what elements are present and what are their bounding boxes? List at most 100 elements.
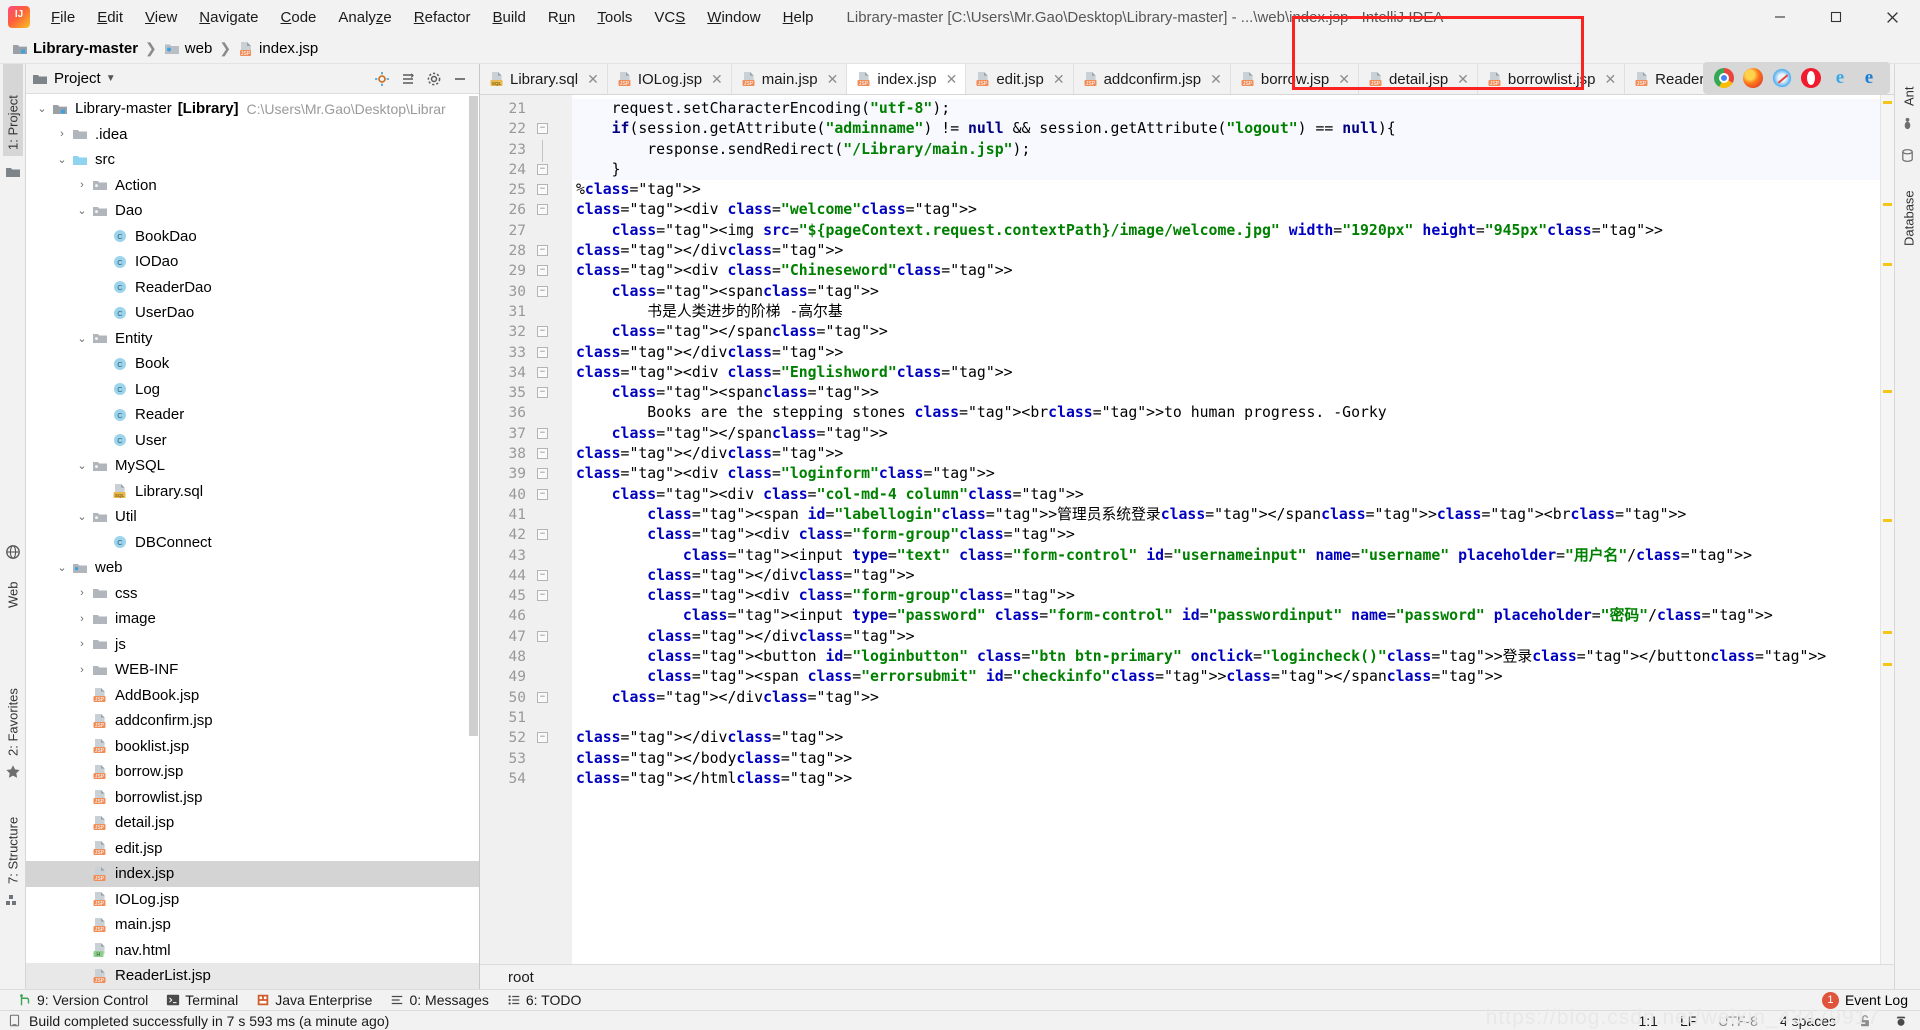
tree-node-edit-jsp[interactable]: JSP edit.jsp [26,836,479,862]
editor-tab-addconfirm-jsp[interactable]: JSP addconfirm.jsp ✕ [1074,64,1231,94]
chevron-down-icon[interactable]: ⌄ [74,510,90,523]
code-line[interactable]: class="tag"><input type="text" class="fo… [572,546,1894,566]
tool-button-version-control[interactable]: 9: Version Control [18,992,148,1008]
code-line[interactable]: class="tag"></divclass="tag">> [572,343,1894,363]
tool-button-todo[interactable]: 6: TODO [507,992,581,1008]
close-tab-icon[interactable]: ✕ [1053,71,1065,88]
tree-node-dao[interactable]: ⌄ Dao [26,198,479,224]
tree-node--idea[interactable]: › .idea [26,122,479,148]
editor-tab-edit-jsp[interactable]: JSP edit.jsp ✕ [966,64,1074,94]
tree-node-action[interactable]: › Action [26,173,479,199]
code-line[interactable]: class="tag"></divclass="tag">> [572,688,1894,708]
menu-window[interactable]: Window [696,6,771,29]
menu-view[interactable]: View [134,6,188,29]
menu-code[interactable]: Code [270,6,328,29]
fold-toggle-icon[interactable]: − [537,204,548,216]
edge-icon[interactable]: e [1859,68,1879,88]
tree-node-library-sql[interactable]: SQL Library.sql [26,479,479,505]
editor-marker-ruler[interactable] [1880,95,1894,964]
close-tab-icon[interactable]: ✕ [827,71,839,88]
marker-warning[interactable] [1883,631,1892,634]
fold-toggle-icon[interactable]: − [537,184,548,196]
ie-icon[interactable]: e [1830,68,1850,88]
menu-navigate[interactable]: Navigate [188,6,269,29]
breadcrumb-item-file[interactable]: JSP index.jsp [236,40,320,57]
chevron-down-icon[interactable]: ⌄ [74,204,90,217]
menu-tools[interactable]: Tools [586,6,643,29]
tree-node-bookdao[interactable]: C BookDao [26,224,479,250]
opera-icon[interactable] [1801,68,1821,88]
fold-toggle-icon[interactable]: − [537,285,548,297]
close-tab-icon[interactable]: ✕ [1210,71,1222,88]
close-tab-icon[interactable]: ✕ [1338,71,1350,88]
tree-node-mysql[interactable]: ⌄ MySQL [26,453,479,479]
tree-node-addconfirm-jsp[interactable]: JSP addconfirm.jsp [26,708,479,734]
tree-node-web-inf[interactable]: › WEB-INF [26,657,479,683]
fold-toggle-icon[interactable]: − [537,630,548,642]
structure-icon[interactable] [5,892,21,908]
marker-warning[interactable] [1883,390,1892,393]
sidebar-item-ant[interactable]: Ant [1899,68,1919,106]
menu-bar[interactable]: File Edit View Navigate Code Analyze Ref… [40,6,825,29]
caret-position[interactable]: 1:1 [1638,1013,1657,1029]
hide-panel-icon[interactable] [447,67,473,91]
breadcrumb-item-project[interactable]: Library-master [10,40,140,57]
tree-node-image[interactable]: › image [26,606,479,632]
tree-node-js[interactable]: › js [26,632,479,658]
code-line[interactable]: class="tag"><div class="Englishword"clas… [572,363,1894,383]
tree-node-web[interactable]: ⌄ web [26,555,479,581]
tree-node-entity[interactable]: ⌄ Entity [26,326,479,352]
code-line[interactable]: class="tag"></spanclass="tag">> [572,322,1894,342]
menu-file[interactable]: File [40,6,86,29]
code-line[interactable]: class="tag"></divclass="tag">> [572,444,1894,464]
code-line[interactable]: class="tag"><spanclass="tag">> [572,282,1894,302]
chevron-down-icon[interactable]: ⌄ [54,153,70,166]
code-line[interactable]: class="tag"></htmlclass="tag">> [572,769,1894,789]
menu-run[interactable]: Run [537,6,587,29]
tree-node-addbook-jsp[interactable]: JSP AddBook.jsp [26,683,479,709]
chevron-right-icon[interactable]: › [74,587,90,599]
code-line[interactable]: class="tag"><input type="password" class… [572,606,1894,626]
code-line[interactable]: class="tag"><div class="loginform"class=… [572,464,1894,484]
fold-toggle-icon[interactable]: − [537,691,548,703]
tool-button-java-enterprise[interactable]: Java Enterprise [256,992,372,1008]
chevron-right-icon[interactable]: › [54,128,70,140]
close-button[interactable] [1864,0,1920,34]
code-line[interactable]: class="tag"></spanclass="tag">> [572,424,1894,444]
breadcrumb-item-web[interactable]: web [162,40,215,57]
marker-warning[interactable] [1883,663,1892,666]
fold-toggle-icon[interactable]: − [537,123,548,135]
fold-toggle-icon[interactable]: − [537,265,548,277]
code-line[interactable]: class="tag"><div class="Chineseword"clas… [572,261,1894,281]
chrome-icon[interactable] [1714,68,1734,88]
open-in-browser-popup[interactable]: e e [1703,62,1890,94]
unlocked-icon[interactable] [1858,1014,1872,1028]
code-line[interactable]: %class="tag">> [572,180,1894,200]
editor-tab-detail-jsp[interactable]: JSP detail.jsp ✕ [1359,64,1478,94]
indent-setting[interactable]: 4 spaces [1780,1013,1836,1029]
tree-node-dbconnect[interactable]: C DBConnect [26,530,479,556]
chevron-down-icon[interactable]: ⌄ [74,332,90,345]
sidebar-item-structure[interactable]: 7: Structure [3,784,23,884]
file-encoding[interactable]: UTF-8 [1718,1013,1758,1029]
code-line[interactable]: class="tag"></divclass="tag">> [572,566,1894,586]
chevron-down-icon[interactable]: ⌄ [74,459,90,472]
marker-warning[interactable] [1883,519,1892,522]
code-line[interactable]: class="tag"><div class="col-md-4 column"… [572,485,1894,505]
code-line[interactable]: class="tag"><img src="${pageContext.requ… [572,221,1894,241]
breadcrumb[interactable]: Library-master ❯ web ❯ JSP index.jsp [10,40,320,57]
fold-toggle-icon[interactable]: − [537,387,548,399]
tree-node-util[interactable]: ⌄ Util [26,504,479,530]
collapse-all-icon[interactable] [395,67,421,91]
tree-node-book[interactable]: C Book [26,351,479,377]
menu-refactor[interactable]: Refactor [403,6,482,29]
code-line[interactable]: class="tag"></divclass="tag">> [572,627,1894,647]
tree-node-user[interactable]: C User [26,428,479,454]
close-tab-icon[interactable]: ✕ [1604,71,1616,88]
close-tab-icon[interactable]: ✕ [946,71,958,88]
editor-tab-main-jsp[interactable]: JSP main.jsp ✕ [732,64,848,94]
sidebar-item-web[interactable]: Web [3,564,23,609]
line-separator[interactable]: LF [1680,1013,1696,1029]
fold-toggle-icon[interactable]: − [537,427,548,439]
minimize-button[interactable] [1752,0,1808,34]
